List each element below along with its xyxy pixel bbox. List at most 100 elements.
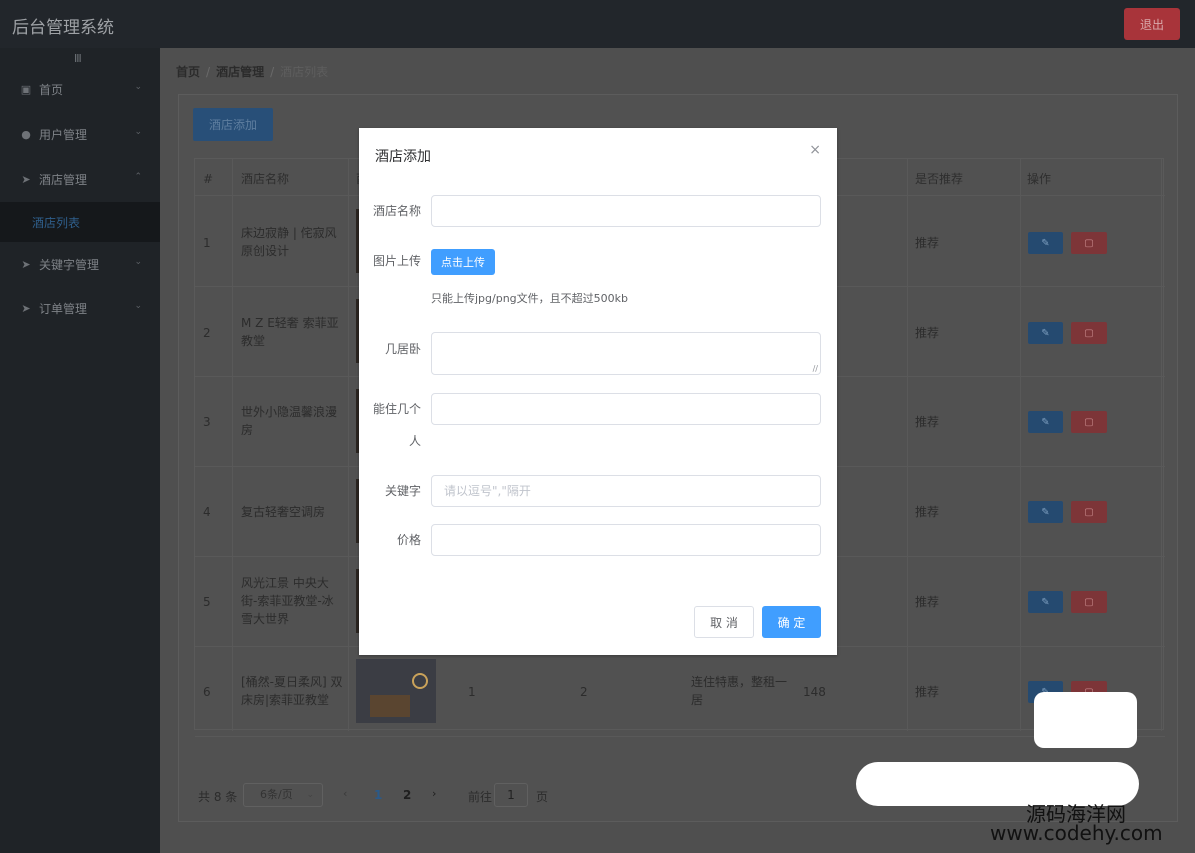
total-count: 共 8 条 bbox=[198, 790, 238, 804]
edit-icon: ✎ bbox=[1041, 327, 1050, 339]
row-index: 6 bbox=[203, 685, 211, 699]
row-index: 2 bbox=[203, 326, 211, 340]
sidebar-item-label: 酒店管理 bbox=[39, 172, 88, 187]
sidebar-subitem-hotel-list[interactable]: 酒店列表 bbox=[0, 202, 160, 242]
delete-button[interactable]: ▢ bbox=[1071, 232, 1107, 254]
page-1-button[interactable]: 1 bbox=[374, 788, 382, 802]
goto-label: 前往 bbox=[468, 790, 493, 804]
capacity-label: 能住几个 bbox=[372, 402, 421, 416]
pagination: 共 8 条 6条/页 ⌄ ‹ 1 2 › 前往 1 页 bbox=[198, 783, 798, 807]
row-index: 3 bbox=[203, 415, 211, 429]
hotel-name-line: 复古轻奢空调房 bbox=[241, 505, 326, 519]
price-input[interactable] bbox=[431, 524, 821, 556]
recommend-value: 推荐 bbox=[915, 415, 940, 429]
hotel-name-line: 风光江景 中央大 bbox=[241, 576, 329, 590]
goto-page-input[interactable]: 1 bbox=[494, 783, 528, 807]
row-index: 5 bbox=[203, 595, 211, 609]
edit-button[interactable]: ✎ bbox=[1028, 322, 1063, 344]
trash-icon: ▢ bbox=[1084, 416, 1094, 428]
hotel-name-line: 街-索菲亚教堂-冰 bbox=[241, 594, 334, 608]
capacity-value: 2 bbox=[580, 685, 588, 699]
breadcrumb: 首页 / 酒店管理 / 酒店列表 bbox=[176, 63, 328, 80]
edit-button[interactable]: ✎ bbox=[1028, 591, 1063, 613]
top-header: 后台管理系统 退出 bbox=[0, 0, 1195, 48]
row-index: 1 bbox=[203, 236, 211, 250]
breadcrumb-home[interactable]: 首页 bbox=[176, 65, 200, 79]
close-icon[interactable]: × bbox=[809, 142, 821, 158]
edit-button[interactable]: ✎ bbox=[1028, 232, 1063, 254]
trash-icon: ▢ bbox=[1084, 327, 1094, 339]
trash-icon: ▢ bbox=[1084, 596, 1094, 608]
breadcrumb-section[interactable]: 酒店管理 bbox=[216, 65, 264, 79]
chevron-up-icon: ⌃ bbox=[134, 172, 142, 182]
delete-button[interactable]: ▢ bbox=[1071, 411, 1107, 433]
trash-icon: ▢ bbox=[1084, 237, 1094, 249]
resize-handle-icon[interactable]: ∕∕ bbox=[813, 364, 818, 373]
logout-button[interactable]: 退出 bbox=[1124, 8, 1180, 40]
page-2-button[interactable]: 2 bbox=[403, 788, 411, 802]
upload-button[interactable]: 点击上传 bbox=[431, 249, 495, 275]
next-page-button[interactable]: › bbox=[432, 787, 436, 800]
edit-icon: ✎ bbox=[1041, 506, 1050, 518]
hotel-name-line: 世外小隐温馨浪漫 bbox=[241, 405, 338, 419]
sidebar: III ▣ 首页 ⌄ ● 用户管理 ⌄ ➤ 酒店管理 ⌃ 酒店列表 ➤ 关键字管… bbox=[0, 48, 160, 853]
column-header-actions: 操作 bbox=[1027, 172, 1052, 186]
trash-icon: ▢ bbox=[1084, 506, 1094, 518]
collapse-sidebar-toggle[interactable]: III bbox=[74, 52, 82, 65]
recommend-value: 推荐 bbox=[915, 326, 940, 340]
hotel-name-line: 原创设计 bbox=[241, 244, 290, 258]
edit-icon: ✎ bbox=[1041, 237, 1050, 249]
recommend-value: 推荐 bbox=[915, 685, 940, 699]
delete-button[interactable]: ▢ bbox=[1071, 322, 1107, 344]
keywords-label: 关键字 bbox=[384, 484, 421, 498]
sidebar-item-label: 订单管理 bbox=[39, 301, 88, 316]
page-size-value: 6条/页 bbox=[260, 788, 293, 801]
sidebar-item-label: 用户管理 bbox=[39, 127, 88, 142]
keywords-line: 居 bbox=[691, 693, 704, 707]
hotel-name-line: 床房|索菲亚教堂 bbox=[241, 693, 330, 707]
edit-button[interactable]: ✎ bbox=[1028, 501, 1063, 523]
keywords-line: 连住特惠，整租一 bbox=[691, 675, 788, 689]
hotel-name-input[interactable] bbox=[431, 195, 821, 227]
sidebar-item-users[interactable]: ● 用户管理 ⌄ bbox=[0, 112, 160, 156]
delete-button[interactable]: ▢ bbox=[1071, 591, 1107, 613]
rooms-value: 1 bbox=[468, 685, 476, 699]
edit-icon: ✎ bbox=[1041, 416, 1050, 428]
add-hotel-button[interactable]: 酒店添加 bbox=[193, 108, 273, 141]
price-label: 价格 bbox=[396, 533, 421, 547]
price-value: 148 bbox=[803, 685, 826, 699]
chevron-down-icon: ⌄ bbox=[306, 790, 314, 800]
send-icon: ➤ bbox=[21, 301, 31, 315]
row-index: 4 bbox=[203, 505, 211, 519]
sidebar-item-home[interactable]: ▣ 首页 ⌄ bbox=[0, 67, 160, 111]
keywords-input[interactable]: 请以逗号","隔开 bbox=[431, 475, 821, 507]
delete-button[interactable]: ▢ bbox=[1071, 501, 1107, 523]
send-icon: ➤ bbox=[21, 172, 31, 186]
column-header-recommend: 是否推荐 bbox=[915, 172, 964, 186]
hotel-name-line: 雪大世界 bbox=[241, 612, 290, 626]
sidebar-item-hotels[interactable]: ➤ 酒店管理 ⌃ bbox=[0, 157, 160, 201]
rooms-textarea[interactable]: ∕∕ bbox=[431, 332, 821, 375]
edit-button[interactable]: ✎ bbox=[1028, 411, 1063, 433]
sidebar-item-orders[interactable]: ➤ 订单管理 ⌄ bbox=[0, 286, 160, 330]
page-size-select[interactable]: 6条/页 ⌄ bbox=[243, 783, 323, 807]
redaction-mark bbox=[1034, 692, 1137, 748]
page-unit-label: 页 bbox=[536, 790, 549, 804]
column-header-index: # bbox=[203, 172, 214, 186]
hotel-name-label: 酒店名称 bbox=[372, 204, 421, 218]
breadcrumb-current: 酒店列表 bbox=[280, 65, 329, 79]
capacity-input[interactable] bbox=[431, 393, 821, 425]
hotel-name-line: M Z E轻奢 索菲亚 bbox=[241, 316, 339, 330]
app-title: 后台管理系统 bbox=[12, 18, 114, 38]
column-header-name: 酒店名称 bbox=[241, 172, 290, 186]
sidebar-item-keywords[interactable]: ➤ 关键字管理 ⌄ bbox=[0, 242, 160, 286]
confirm-button[interactable]: 确 定 bbox=[762, 606, 821, 638]
cancel-button[interactable]: 取 消 bbox=[694, 606, 754, 638]
dialog-title: 酒店添加 bbox=[375, 149, 431, 165]
prev-page-button[interactable]: ‹ bbox=[343, 787, 347, 800]
hotel-name-line: 床边寂静 | 侘寂风 bbox=[241, 226, 337, 240]
hotel-name-line: 教堂 bbox=[241, 334, 266, 348]
table-row: 6 [桶然-夏日柔风] 双 床房|索菲亚教堂 1 2 连住特惠，整租一 居 14… bbox=[195, 647, 1165, 737]
watermark-url: www.codehy.com bbox=[990, 821, 1163, 845]
hotel-name-line: [桶然-夏日柔风] 双 bbox=[241, 675, 343, 689]
